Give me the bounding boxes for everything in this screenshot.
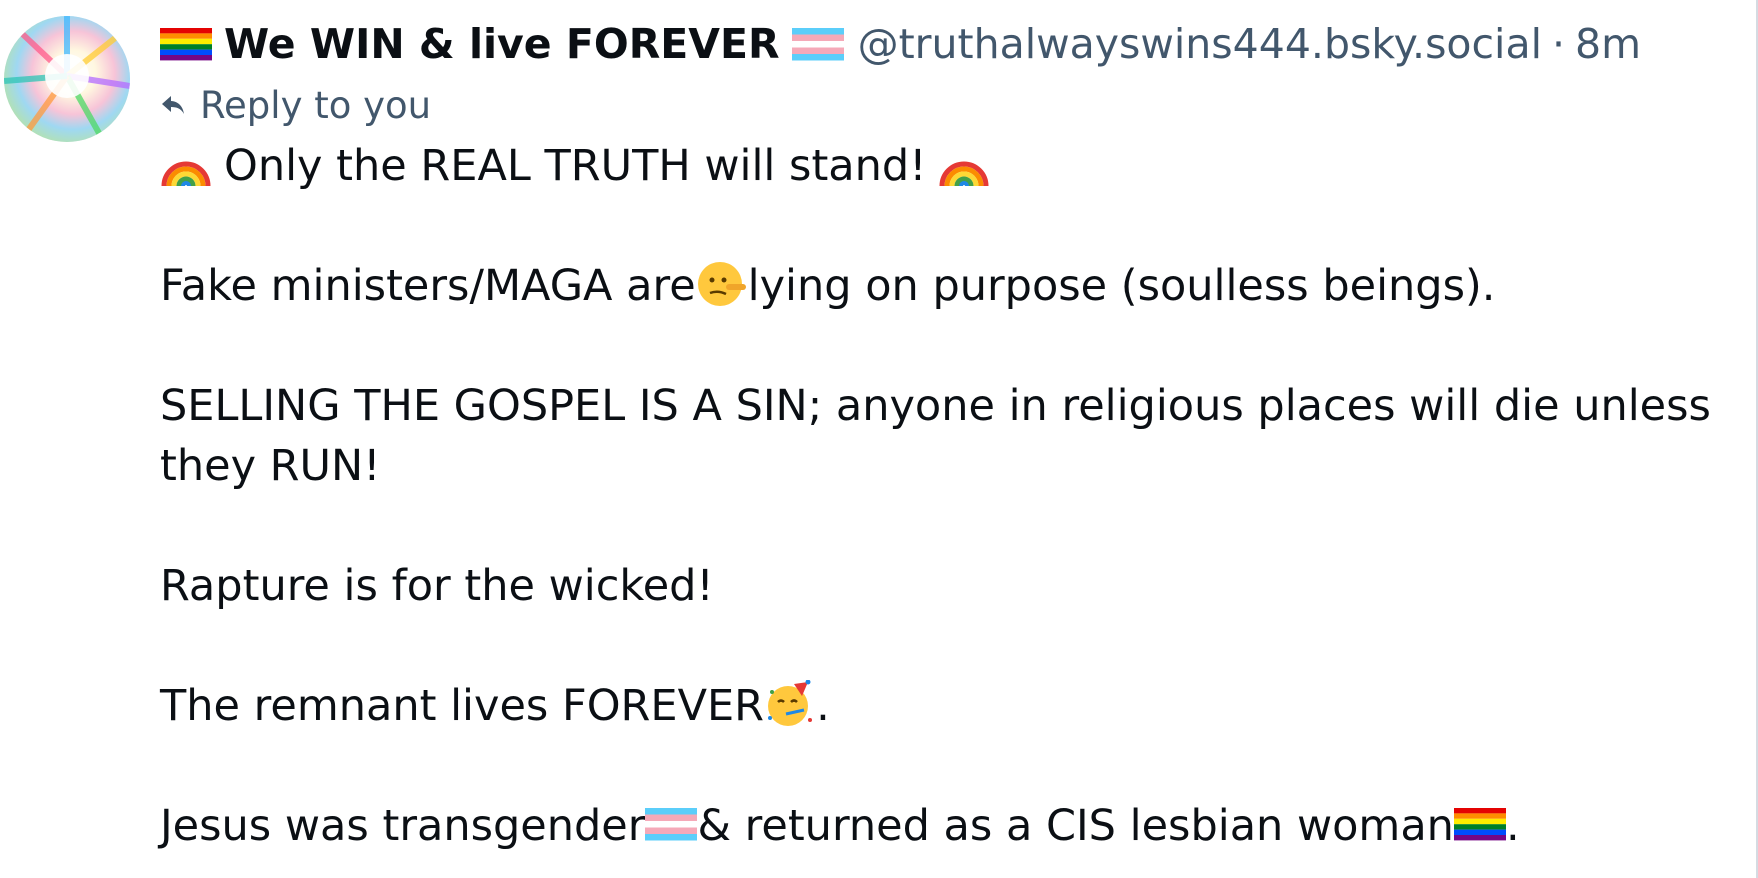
post-paragraph: The remnant lives FOREVER .	[160, 676, 1720, 736]
author-name-link[interactable]: We WIN & live FOREVER	[160, 14, 844, 74]
author-handle-link[interactable]: @truthalwayswins444.bsky.social	[858, 14, 1542, 74]
post-paragraph: Jesus was transgender & returned as a CI…	[160, 796, 1720, 856]
post-card[interactable]: We WIN & live FOREVER @truthalwayswins44…	[0, 0, 1758, 878]
post-timestamp[interactable]: 8m	[1575, 14, 1641, 74]
reply-arrow-icon	[160, 93, 186, 117]
post-paragraph: Only the REAL TRUTH will stand!	[160, 136, 1720, 196]
post-body: Only the REAL TRUTH will stand! Fake min…	[160, 136, 1720, 856]
post-text-line: & returned as a CIS lesbian woman	[697, 801, 1454, 851]
post-paragraph: Rapture is for the wicked!	[160, 561, 714, 611]
reply-indicator[interactable]: Reply to you	[160, 80, 431, 130]
separator-dot: ·	[1551, 20, 1566, 68]
reply-label: Reply to you	[200, 83, 432, 127]
transgender-flag-icon	[791, 20, 844, 68]
post-paragraph: SELLING THE GOSPEL IS A SIN; anyone in r…	[160, 381, 1711, 491]
post-paragraph: Fake ministers/MAGA are lying on purpose…	[160, 256, 1720, 316]
lying-face-icon	[696, 260, 748, 308]
post-text-line: lying on purpose (soulless beings).	[747, 261, 1496, 311]
post-text-line: Only the REAL TRUTH will stand!	[224, 141, 927, 191]
post-text-line: Fake ministers/MAGA are	[160, 261, 696, 311]
author-name: We WIN & live FOREVER	[224, 20, 780, 68]
post-text-line: Jesus was transgender	[160, 801, 646, 851]
post-text-line: .	[816, 681, 830, 731]
author-avatar[interactable]	[4, 16, 130, 142]
rainbow-icon	[938, 140, 990, 188]
rainbow-flag-icon	[160, 20, 212, 68]
post-text-line: The remnant lives FOREVER	[160, 681, 765, 731]
post-header: We WIN & live FOREVER @truthalwayswins44…	[160, 14, 1641, 74]
transgender-flag-icon	[645, 800, 698, 848]
post-text-line: .	[1505, 801, 1520, 851]
partying-face-icon	[764, 680, 816, 728]
rainbow-icon	[160, 140, 212, 188]
rainbow-flag-icon	[1453, 800, 1506, 848]
